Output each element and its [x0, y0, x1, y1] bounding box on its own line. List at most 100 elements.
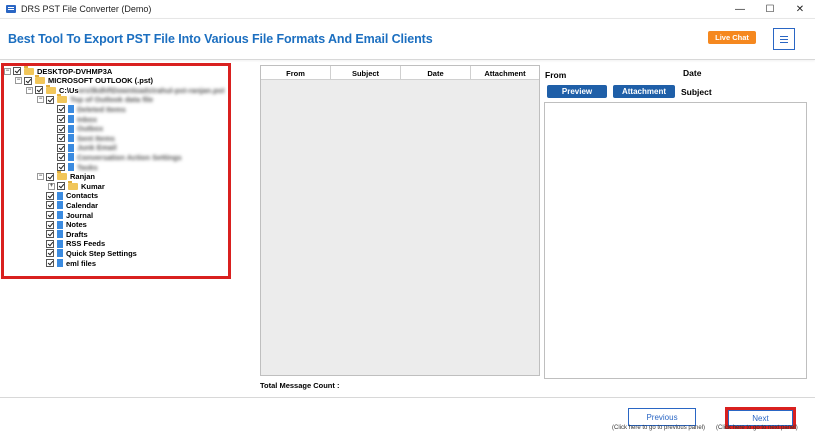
message-list-panel[interactable]: From Subject Date Attachment [260, 65, 540, 376]
tree-checkbox[interactable] [57, 182, 65, 191]
tree-item[interactable]: Drafts [37, 229, 88, 239]
tree-checkbox[interactable] [57, 153, 65, 162]
tree-item[interactable]: Notes [37, 220, 87, 230]
doc-icon [68, 124, 74, 133]
tree-checkbox[interactable] [46, 191, 54, 200]
tree-checkbox[interactable] [46, 249, 54, 258]
tree-checkbox[interactable] [46, 201, 54, 210]
tree-checkbox[interactable] [46, 230, 54, 239]
tree-item[interactable]: Quick Step Settings [37, 248, 137, 258]
folder-tree-panel: − DESKTOP-DVHMP3A − MICROSOFT OUTLOOK (.pst… [0, 62, 258, 394]
footer-bar: Previous Next (Click here to go to previ… [0, 397, 815, 431]
tree-checkbox[interactable] [57, 134, 65, 143]
menu-button[interactable] [773, 28, 795, 50]
tree-item[interactable]: Contacts [37, 191, 98, 201]
tree-item[interactable]: − C:\Us ers\lkdhf\Downloads\rahul-pst-ranj… [26, 84, 225, 95]
message-list-header: From Subject Date Attachment [261, 66, 539, 80]
subject-label: Subject [681, 87, 712, 97]
doc-icon [68, 134, 74, 143]
tree-checkbox[interactable] [46, 95, 54, 104]
doc-icon [57, 230, 63, 239]
doc-icon [68, 115, 74, 123]
tree-checkbox[interactable] [57, 124, 65, 133]
tree-item-label: Notes [66, 220, 87, 230]
preview-button[interactable]: Preview [547, 85, 607, 98]
next-hint: (Click here to go to next panel) [716, 425, 798, 431]
attachment-button[interactable]: Attachment [613, 85, 675, 98]
header-title: Best Tool To Export PST File Into Variou… [8, 32, 433, 46]
app-icon [6, 5, 16, 13]
tree-checkbox[interactable] [46, 220, 54, 229]
column-from[interactable]: From [261, 66, 331, 80]
tree-checkbox[interactable] [24, 76, 32, 85]
tree-item-label: Calendar [66, 200, 99, 210]
tree-checkbox[interactable] [57, 105, 65, 114]
tree-checkbox[interactable] [35, 86, 43, 95]
maximize-button[interactable]: ☐ [755, 0, 785, 18]
tree-expander-icon[interactable]: − [4, 67, 11, 75]
tree-expander-icon[interactable]: + [48, 182, 55, 190]
tree-checkbox[interactable] [57, 143, 65, 152]
tree-item[interactable]: − Top of Outlook data file [37, 94, 153, 105]
tree-item-label: Drafts [66, 229, 88, 239]
previous-button[interactable]: Previous [628, 408, 696, 426]
next-button[interactable]: Next [728, 410, 793, 426]
tree-item-label: Tasks [77, 162, 98, 172]
tree-checkbox[interactable] [46, 259, 54, 267]
tree-checkbox[interactable] [13, 67, 21, 75]
tree-item[interactable]: − DESKTOP-DVHMP3A [4, 65, 113, 76]
tree-checkbox[interactable] [57, 163, 65, 171]
message-preview-box[interactable] [544, 102, 807, 379]
window-title: DRS PST File Converter (Demo) [21, 4, 152, 14]
tree-item[interactable]: Junk Email [48, 143, 117, 153]
tree-item[interactable]: Inbox [48, 114, 97, 124]
tree-item[interactable]: + Kumar [48, 180, 105, 191]
tree-expander-icon[interactable]: − [26, 86, 33, 94]
tree-checkbox[interactable] [46, 172, 54, 181]
doc-icon [57, 249, 63, 258]
column-date[interactable]: Date [401, 66, 471, 80]
tree-item-label: DESKTOP-DVHMP3A [37, 66, 113, 76]
doc-icon [57, 259, 63, 267]
tree-item[interactable]: − MICROSOFT OUTLOOK (.pst) [15, 75, 153, 86]
tree-item-label: Outbox [77, 124, 104, 134]
tree-checkbox[interactable] [46, 239, 54, 248]
tree-item-label: Contacts [66, 191, 99, 201]
tree-item-label-prefix: C:\Us [59, 85, 79, 95]
tree-item[interactable]: Sent Items [48, 133, 115, 143]
tree-item[interactable]: − Ranjan [37, 171, 96, 182]
doc-icon [57, 201, 63, 210]
tree-expander-icon[interactable]: − [37, 96, 44, 104]
from-label: From [545, 70, 567, 80]
tree-item-label: Kumar [81, 181, 105, 191]
tree-item[interactable]: Journal [37, 210, 93, 220]
doc-icon [68, 143, 74, 152]
tree-item[interactable]: RSS Feeds [37, 239, 105, 249]
close-button[interactable]: ✕ [785, 0, 815, 18]
tree-item-label: Ranjan [70, 172, 96, 182]
tree-checkbox[interactable] [46, 211, 54, 219]
live-chat-button[interactable]: Live Chat [708, 31, 756, 44]
tree-item[interactable]: Deleted Items [48, 104, 126, 114]
tree-expander-icon[interactable]: − [15, 77, 22, 85]
doc-icon [68, 105, 74, 114]
preview-panel: From Date Preview Attachment Subject [543, 62, 815, 382]
tree-item[interactable]: Outbox [48, 124, 103, 134]
tree-item[interactable]: Calendar [37, 200, 98, 210]
tree-item-label: Deleted Items [77, 104, 126, 114]
minimize-button[interactable]: — [725, 0, 755, 18]
column-attachment[interactable]: Attachment [471, 66, 539, 80]
tree-item[interactable]: eml files [37, 258, 96, 268]
tree-expander-icon[interactable]: − [37, 173, 44, 181]
tree-item[interactable]: Tasks [48, 162, 98, 172]
date-label: Date [683, 68, 702, 78]
tree-item[interactable]: Conversation Action Settings [48, 152, 182, 162]
column-subject[interactable]: Subject [331, 66, 401, 80]
tree-item-label: ers\lkdhf\Downloads\rahul-pst-ranjan.pst [78, 85, 225, 95]
folder-icon [57, 94, 67, 104]
tree-item-label: eml files [66, 258, 97, 268]
tree-checkbox[interactable] [57, 115, 65, 123]
app-header: Best Tool To Export PST File Into Variou… [0, 18, 815, 60]
folder-icon [24, 65, 34, 75]
folder-icon [35, 75, 45, 85]
